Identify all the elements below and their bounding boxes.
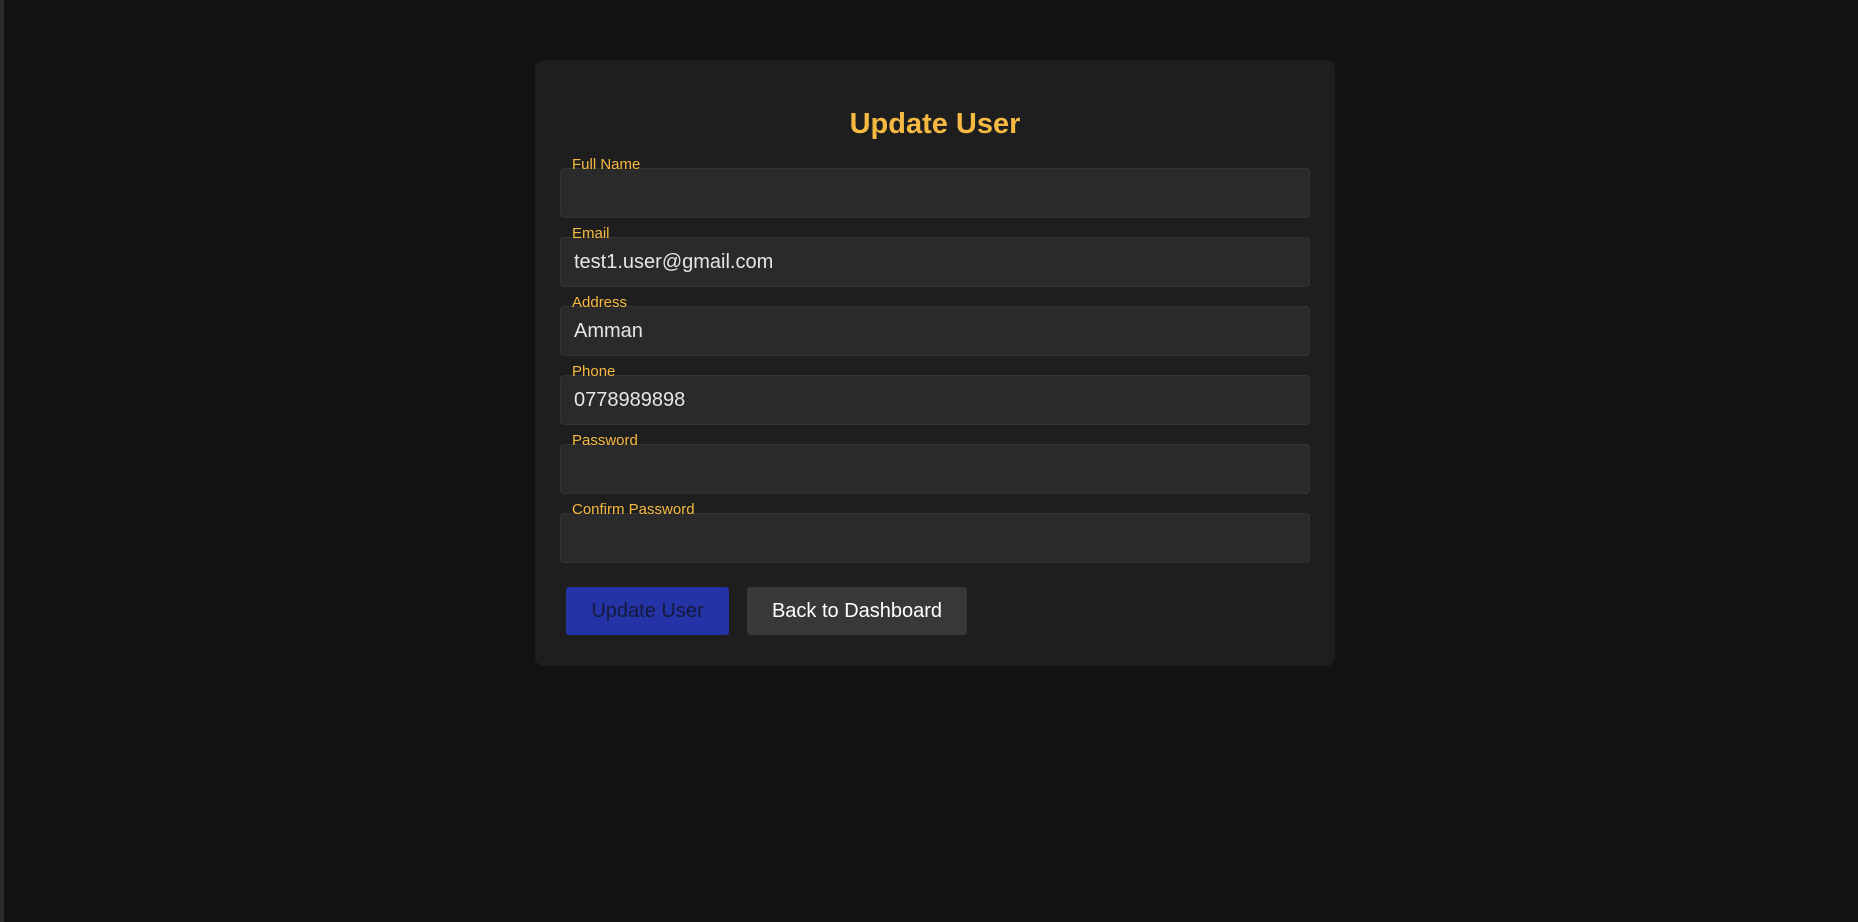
- address-label: Address: [572, 294, 628, 311]
- confirm-password-field: Confirm Password: [560, 501, 1310, 563]
- email-field: Email: [560, 225, 1310, 287]
- phone-label: Phone: [572, 363, 616, 380]
- email-input[interactable]: [560, 237, 1310, 287]
- password-input[interactable]: [560, 444, 1310, 494]
- form-title: Update User: [849, 108, 1021, 140]
- full-name-field: Full Name: [560, 156, 1310, 218]
- phone-field: Phone: [560, 363, 1310, 425]
- phone-input[interactable]: [560, 375, 1310, 425]
- update-user-button[interactable]: Update User: [566, 587, 729, 635]
- confirm-password-label: Confirm Password: [572, 501, 695, 518]
- confirm-password-input[interactable]: [560, 513, 1310, 563]
- address-field: Address: [560, 294, 1310, 356]
- back-to-dashboard-button[interactable]: Back to Dashboard: [747, 587, 967, 635]
- address-input[interactable]: [560, 306, 1310, 356]
- full-name-input[interactable]: [560, 168, 1310, 218]
- email-label: Email: [572, 225, 610, 242]
- password-label: Password: [572, 432, 638, 449]
- update-user-card: [535, 60, 1335, 666]
- full-name-label: Full Name: [572, 156, 641, 173]
- password-field: Password: [560, 432, 1310, 494]
